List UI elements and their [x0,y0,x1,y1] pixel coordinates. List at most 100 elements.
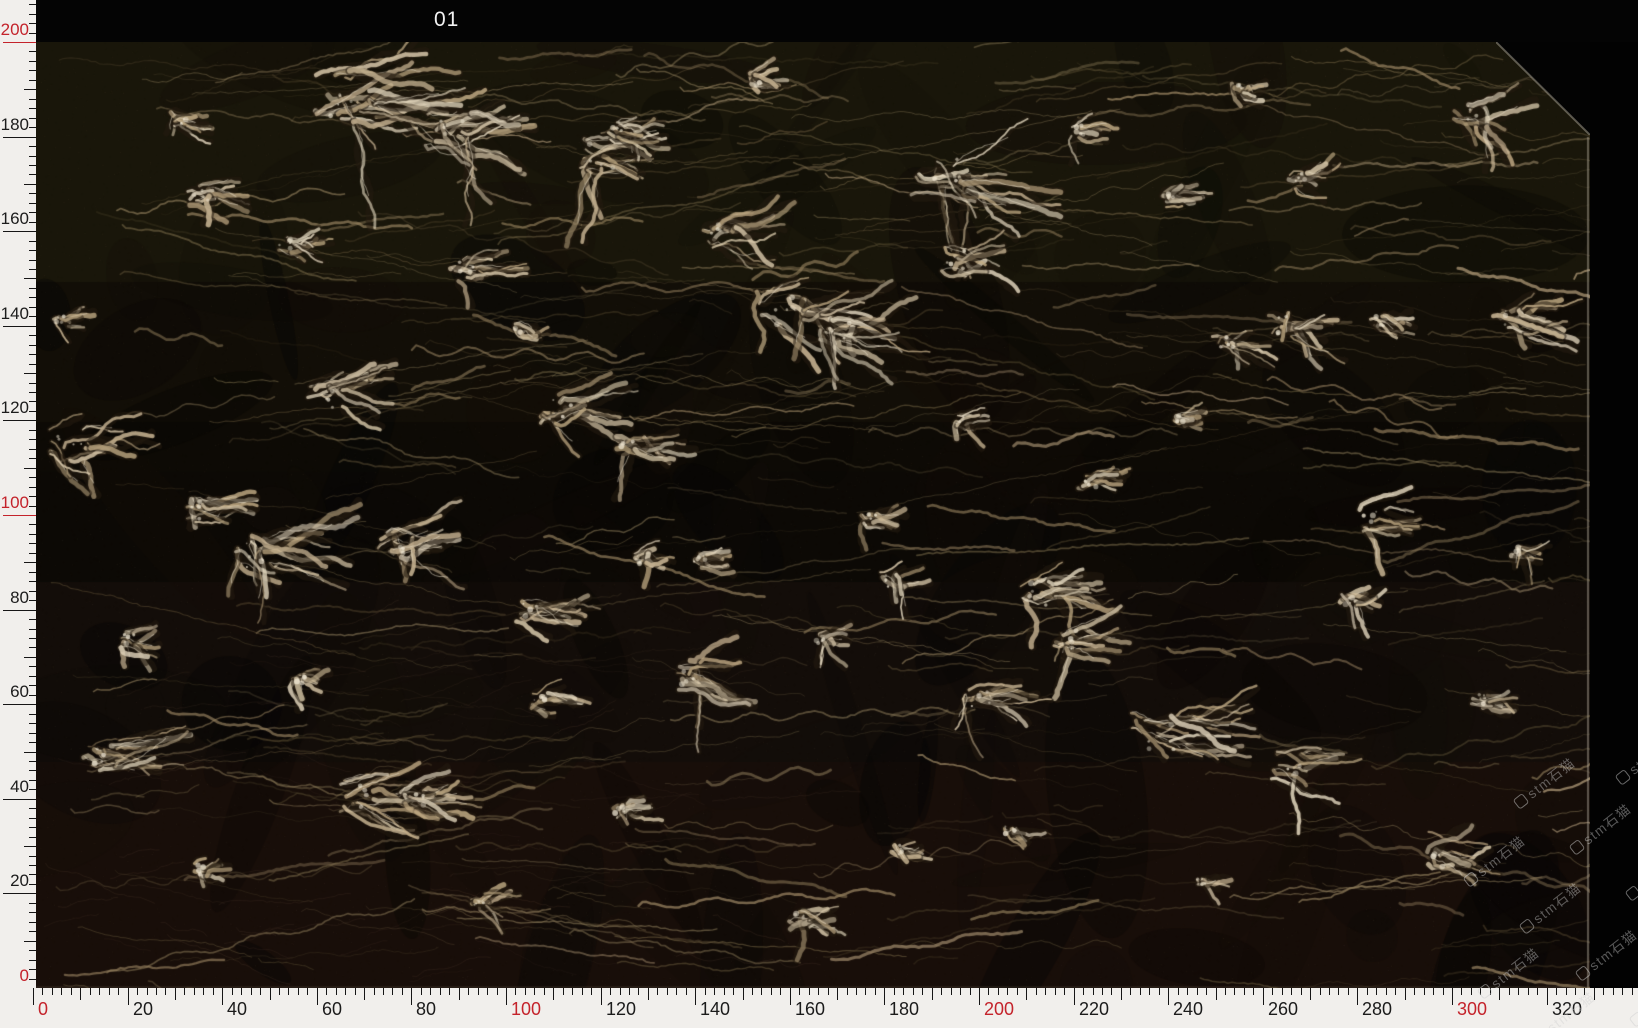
bottom-ruler-label: 320 [1552,999,1582,1019]
left-ruler-tick [29,439,36,440]
left-ruler-tick [29,23,36,24]
bottom-ruler-tick [1405,988,1406,1000]
bottom-ruler-tick [1509,988,1510,995]
bottom-ruler-label: 120 [606,999,636,1019]
bottom-ruler-tick [582,988,583,995]
left-ruler-tick [29,477,36,478]
bottom-ruler-tick [61,988,62,995]
left-ruler-tick [29,269,36,270]
bottom-ruler-tick [1244,988,1245,995]
bottom-ruler-tick [572,988,573,995]
left-ruler-tick [29,591,36,592]
left-ruler-tick [29,969,36,970]
bottom-ruler-tick [1367,988,1368,995]
bottom-ruler-tick [326,988,327,995]
bottom-ruler-tick [1026,988,1027,1000]
bottom-ruler-tick [1556,988,1557,995]
left-ruler-tick [29,80,36,81]
bottom-ruler-tick [1528,988,1529,995]
left-ruler-tick [24,184,36,185]
bottom-ruler-tick [951,988,952,995]
left-ruler-tick [29,449,36,450]
bottom-ruler-tick [1499,988,1500,1000]
left-ruler-tick [29,458,36,459]
bottom-ruler-tick [1234,988,1235,995]
bottom-ruler-tick [667,988,668,995]
bottom-ruler-tick [1253,988,1254,995]
bottom-ruler-tick [156,988,157,995]
bottom-ruler-tick [809,988,810,995]
left-ruler-tick [29,99,36,100]
bottom-ruler-tick [1263,988,1264,1005]
left-ruler-label: 40 [0,777,29,797]
left-ruler-label: 80 [0,588,29,608]
bottom-ruler-label: 260 [1268,999,1298,1019]
bottom-ruler-tick [241,988,242,995]
bottom-ruler-tick [686,988,687,995]
left-ruler-tick [29,808,36,809]
left-ruler-tick [29,118,36,119]
left-ruler-tick [29,383,36,384]
left-ruler-tick [29,922,36,923]
left-ruler-tick [29,250,36,251]
bottom-ruler-tick [970,988,971,995]
left-ruler-tick [29,638,36,639]
bottom-ruler-tick [620,988,621,995]
bottom-ruler-tick [317,988,318,1005]
left-ruler-tick [29,770,36,771]
bottom-ruler-tick [1518,988,1519,995]
bottom-ruler-tick [771,988,772,995]
bottom-ruler-tick [307,988,308,995]
left-ruler-tick [3,799,36,800]
left-ruler-tick [29,524,36,525]
bottom-ruler-tick [459,988,460,1000]
bottom-ruler-tick [856,988,857,995]
left-ruler-tick [24,941,36,942]
bottom-ruler-tick [534,988,535,995]
slab-id-label: 01 [434,8,459,32]
left-ruler-tick [24,373,36,374]
bottom-ruler-label: 200 [984,999,1014,1019]
bottom-ruler-tick [1471,988,1472,995]
bottom-ruler-tick [1566,988,1567,995]
bottom-ruler-tick [1272,988,1273,995]
bottom-ruler-tick [1083,988,1084,995]
bottom-ruler-tick [402,988,403,995]
bottom-ruler-tick [648,988,649,1000]
bottom-ruler-tick [724,988,725,995]
slab-image[interactable] [36,42,1590,988]
bottom-ruler-tick [1206,988,1207,995]
bottom-ruler-tick [270,988,271,1000]
bottom-ruler-tick [714,988,715,995]
bottom-ruler-tick [1452,988,1453,1005]
bottom-ruler-tick [203,988,204,995]
left-ruler-tick [29,316,36,317]
bottom-ruler-tick [232,988,233,995]
left-ruler-tick [29,666,36,667]
bottom-ruler-tick [1301,988,1302,995]
bottom-ruler-tick [544,988,545,995]
left-ruler-tick [29,506,36,507]
left-ruler-tick [29,354,36,355]
left-ruler-label: 100 [0,493,29,513]
bottom-ruler-tick [1055,988,1056,995]
bottom-ruler-tick [941,988,942,995]
left-ruler-tick [29,51,36,52]
bottom-ruler-tick [875,988,876,995]
bottom-ruler-tick [279,988,280,995]
left-ruler-tick [3,326,36,327]
bottom-ruler-tick [865,988,866,995]
bottom-ruler-tick [1443,988,1444,995]
bottom-ruler-tick [1414,988,1415,995]
bottom-ruler-tick [1575,988,1576,995]
left-ruler-tick [29,430,36,431]
bottom-ruler-tick [355,988,356,995]
left-ruler-tick [29,903,36,904]
bottom-ruler-tick [563,988,564,995]
bottom-ruler-tick [1433,988,1434,995]
left-ruler-tick [29,865,36,866]
left-ruler-tick [29,629,36,630]
bottom-ruler-tick [922,988,923,995]
bottom-ruler-tick [222,988,223,1005]
left-ruler-tick [29,714,36,715]
